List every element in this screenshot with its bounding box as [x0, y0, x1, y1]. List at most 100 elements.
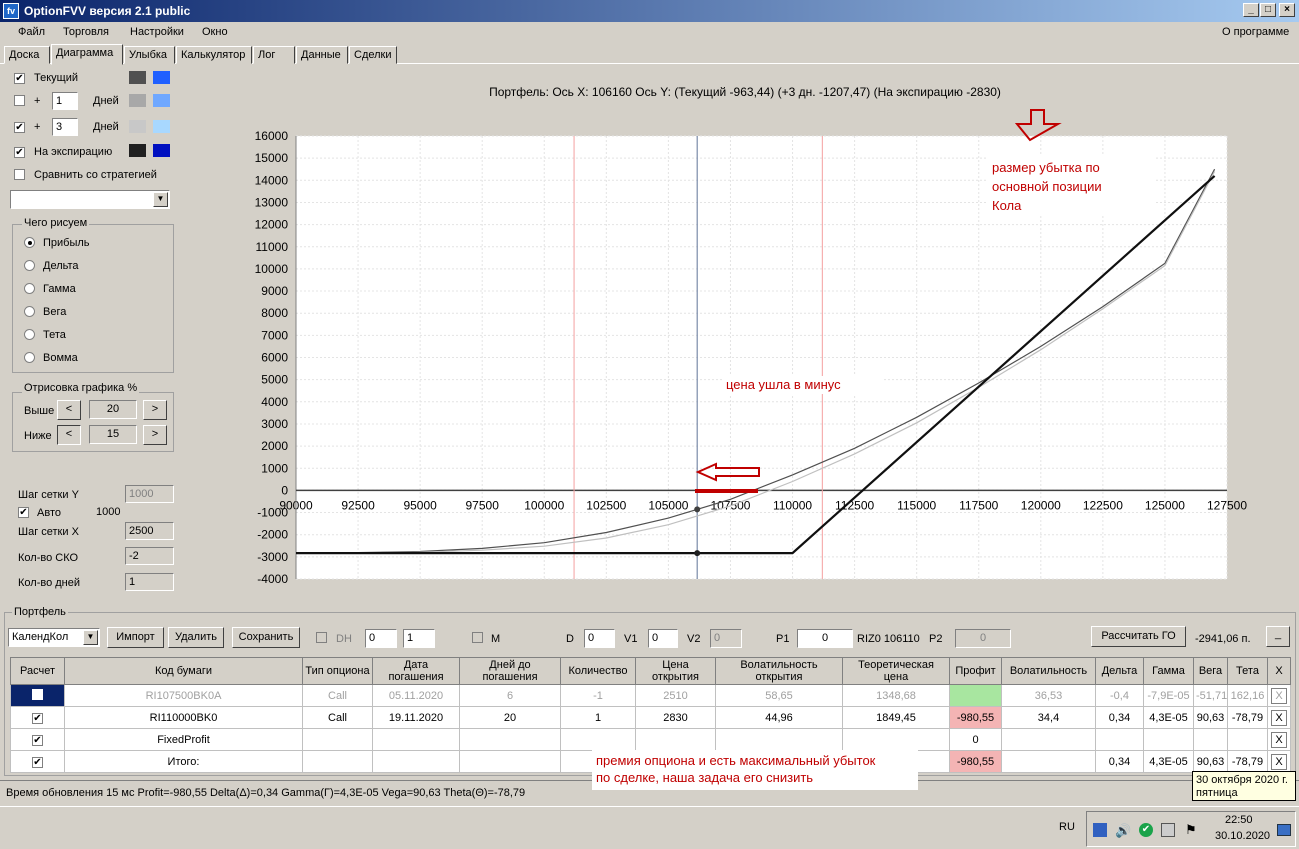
tab-log[interactable]: Лог	[253, 46, 295, 64]
calc-checkbox-cell[interactable]: ✔	[10, 750, 65, 773]
ndays-input[interactable]: 1	[125, 573, 174, 591]
expiry-checkbox[interactable]: ✔	[14, 146, 25, 158]
tray-time[interactable]: 22:50	[1225, 814, 1253, 826]
days1-color-light[interactable]	[153, 94, 170, 107]
grid-x-input[interactable]: 2500	[125, 522, 174, 540]
grid-y-input[interactable]: 1000	[125, 485, 174, 503]
table-row[interactable]: RI107500BK0A Call 05.11.2020 6 -1 2510 58,65 13…	[10, 684, 1291, 707]
current-color-light[interactable]	[153, 71, 170, 84]
column-header[interactable]: Код бумаги	[64, 657, 303, 685]
calc-checkbox[interactable]: ✔	[32, 712, 43, 724]
strategy-compare-dropdown[interactable]: ▼	[10, 190, 170, 209]
dh-checkbox[interactable]	[316, 632, 327, 646]
radio-delta[interactable]: Дельта	[24, 260, 174, 274]
radio-theta[interactable]: Тета	[24, 329, 174, 343]
calc-checkbox[interactable]: ✔	[32, 756, 43, 768]
strategy-select[interactable]: КалендКол ▼	[8, 628, 100, 647]
d-input[interactable]: 0	[584, 629, 615, 648]
column-header[interactable]: Дельта	[1095, 657, 1144, 685]
table-row[interactable]: ✔ FixedProfit 0 X	[10, 728, 1291, 751]
p1-input[interactable]: 0	[797, 629, 853, 648]
delete-button[interactable]: Удалить	[168, 627, 224, 648]
calc-checkbox-cell[interactable]	[10, 684, 65, 707]
remove-row-cell[interactable]: X	[1267, 706, 1291, 729]
p2-input[interactable]: 0	[955, 629, 1011, 648]
compare-checkbox[interactable]	[14, 169, 25, 183]
flag-icon[interactable]: ⚑	[1185, 822, 1197, 838]
remove-row-cell[interactable]: X	[1267, 750, 1291, 773]
column-header[interactable]: Профит	[949, 657, 1002, 685]
column-header[interactable]: Гамма	[1143, 657, 1194, 685]
menu-window[interactable]: Окно	[202, 26, 228, 38]
chevron-down-icon[interactable]: ▼	[83, 630, 98, 645]
column-header[interactable]: Дней до погашения	[459, 657, 561, 685]
minimize-panel-button[interactable]: _	[1266, 626, 1290, 647]
close-icon[interactable]: X	[1271, 753, 1287, 770]
menu-about[interactable]: О программе	[1222, 26, 1289, 38]
days2-color-light[interactable]	[153, 120, 170, 133]
network-icon[interactable]	[1161, 823, 1175, 837]
calc-checkbox[interactable]: ✔	[32, 734, 43, 746]
chevron-down-icon[interactable]: ▼	[153, 192, 168, 207]
language-indicator[interactable]: RU	[1059, 821, 1075, 833]
tab-data[interactable]: Данные	[296, 46, 348, 64]
table-row[interactable]: ✔ RI110000BK0 Call 19.11.2020 20 1 2830 44,96 18…	[10, 706, 1291, 729]
close-icon[interactable]: X	[1271, 709, 1287, 726]
menu-file[interactable]: Файл	[18, 26, 45, 38]
column-header[interactable]: Вега	[1193, 657, 1228, 685]
radio-gamma[interactable]: Гамма	[24, 283, 174, 297]
below-increase-button[interactable]: >	[143, 425, 167, 445]
radio-vega[interactable]: Вега	[24, 306, 174, 320]
close-button[interactable]: ×	[1279, 3, 1295, 17]
menu-trade[interactable]: Торговля	[63, 26, 109, 38]
tab-diagram[interactable]: Диаграмма	[51, 44, 123, 65]
volume-icon[interactable]: 🔊	[1115, 823, 1131, 839]
column-header[interactable]: Цена открытия	[635, 657, 716, 685]
menu-settings[interactable]: Настройки	[130, 26, 184, 38]
days2-color-dark[interactable]	[129, 120, 146, 133]
dh-spin2[interactable]: 1	[403, 629, 435, 648]
minimize-button[interactable]: _	[1243, 3, 1259, 17]
auto-checkbox[interactable]: ✔	[18, 506, 29, 518]
radio-vomma[interactable]: Вомма	[24, 352, 174, 366]
save-button[interactable]: Сохранить	[232, 627, 300, 648]
m-checkbox[interactable]	[472, 632, 483, 646]
v2-input[interactable]: 0	[710, 629, 742, 648]
v1-input[interactable]: 0	[648, 629, 678, 648]
close-icon[interactable]: X	[1271, 687, 1287, 704]
column-header[interactable]: Теоретическая цена	[842, 657, 950, 685]
tab-smile[interactable]: Улыбка	[124, 46, 175, 64]
calc-checkbox-cell[interactable]: ✔	[10, 706, 65, 729]
tray-date[interactable]: 30.10.2020	[1215, 830, 1270, 842]
plus-days2-checkbox[interactable]: ✔	[14, 121, 25, 133]
dh-spin1[interactable]: 0	[365, 629, 397, 648]
tab-calculator[interactable]: Калькулятор	[176, 46, 252, 64]
column-header[interactable]: Волатильность	[1001, 657, 1096, 685]
import-button[interactable]: Импорт	[107, 627, 164, 648]
calc-go-button[interactable]: Рассчитать ГО	[1091, 626, 1186, 647]
column-header[interactable]: Расчет	[10, 657, 65, 685]
column-header[interactable]: Количество	[560, 657, 636, 685]
column-header[interactable]: Волатильность открытия	[715, 657, 843, 685]
column-header[interactable]: Дата погашения	[372, 657, 460, 685]
current-checkbox[interactable]: ✔	[14, 72, 25, 84]
plus-days1-checkbox[interactable]	[14, 95, 25, 109]
security-icon[interactable]: ✔	[1139, 823, 1153, 837]
radio-profit[interactable]: Прибыль	[24, 237, 174, 251]
days2-input[interactable]: 3	[52, 118, 78, 136]
close-icon[interactable]: X	[1271, 731, 1287, 748]
remove-row-cell[interactable]: X	[1267, 728, 1291, 751]
above-increase-button[interactable]: >	[143, 400, 167, 420]
calc-checkbox-cell[interactable]: ✔	[10, 728, 65, 751]
app-tray-icon[interactable]	[1093, 823, 1107, 837]
tab-deals[interactable]: Сделки	[349, 46, 397, 64]
above-decrease-button[interactable]: <	[57, 400, 81, 420]
expiry-color-light[interactable]	[153, 144, 170, 157]
current-color-dark[interactable]	[129, 71, 146, 84]
maximize-button[interactable]: □	[1260, 3, 1276, 17]
days1-color-dark[interactable]	[129, 94, 146, 107]
calc-checkbox[interactable]	[32, 688, 43, 700]
show-desktop-icon[interactable]	[1277, 824, 1291, 836]
column-header[interactable]: Тета	[1227, 657, 1268, 685]
expiry-color-dark[interactable]	[129, 144, 146, 157]
